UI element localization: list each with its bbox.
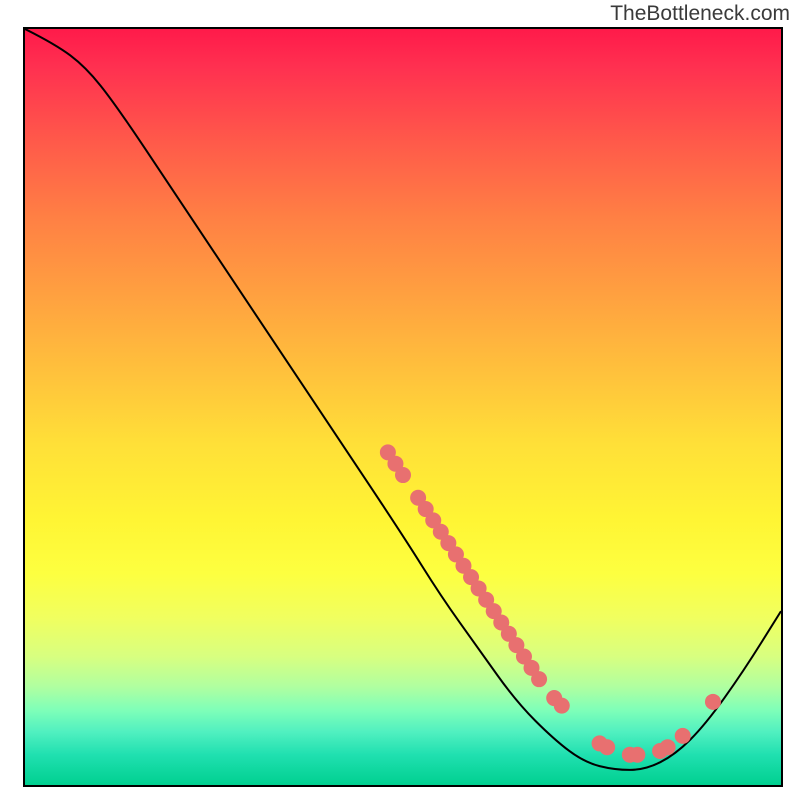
data-marker [660,739,676,755]
plot-area [23,27,783,787]
curve-line [25,29,781,770]
data-marker [705,694,721,710]
data-marker [531,671,547,687]
chart-container: TheBottleneck.com [0,0,800,800]
data-markers [380,444,721,762]
data-marker [675,728,691,744]
chart-svg [25,29,781,785]
data-marker [554,698,570,714]
data-marker [395,467,411,483]
watermark-text: TheBottleneck.com [610,2,790,26]
data-marker [599,739,615,755]
data-marker [629,747,645,763]
